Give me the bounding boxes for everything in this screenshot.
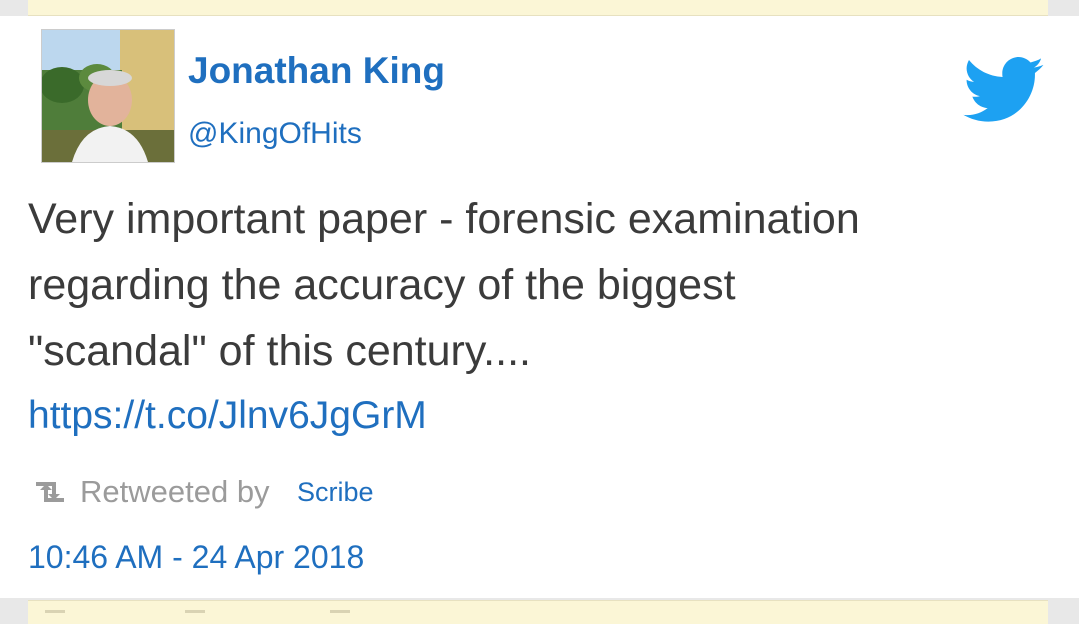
retweeted-by-user[interactable]: Scribe: [297, 477, 374, 508]
tweet-text-line: "scandal" of this century....: [28, 327, 531, 375]
tweet-text: Very important paper - forensic examinat…: [28, 186, 1048, 384]
tweet-text-line: Very important paper - forensic examinat…: [28, 195, 860, 243]
reply-icon: [45, 610, 65, 623]
avatar-photo: [42, 30, 174, 162]
twitter-bird-icon[interactable]: [963, 57, 1045, 125]
retweet-icon: [36, 482, 64, 502]
author-name[interactable]: Jonathan King: [188, 50, 445, 92]
retweeted-by-label: Retweeted by: [80, 474, 270, 509]
tweet-link[interactable]: https://t.co/Jlnv6JgGrM: [28, 394, 427, 438]
next-tweet-edge: [28, 600, 1048, 624]
like-icon: [330, 610, 350, 623]
author-handle[interactable]: @KingOfHits: [188, 117, 362, 151]
tweet-text-line: regarding the accuracy of the biggest: [28, 261, 736, 309]
retweet-action-icon: [185, 610, 205, 623]
previous-tweet-edge: [28, 0, 1048, 16]
tweet-timestamp[interactable]: 10:46 AM - 24 Apr 2018: [28, 539, 364, 576]
avatar[interactable]: [41, 29, 175, 163]
